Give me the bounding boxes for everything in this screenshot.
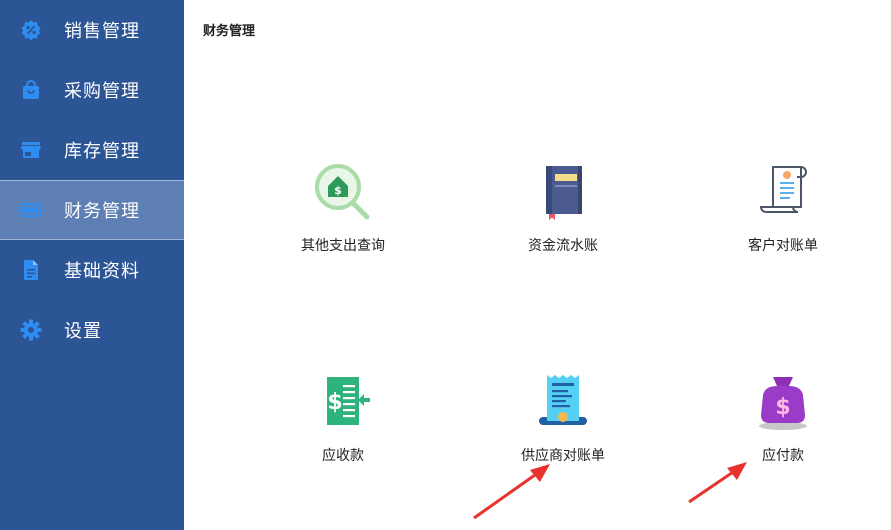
- tile-label: 其他支出查询: [301, 238, 385, 254]
- tile-other-expense-query[interactable]: $ 其他支出查询: [273, 163, 413, 273]
- shopping-bag-icon: [20, 79, 42, 101]
- document-icon: [20, 259, 42, 281]
- sidebar-item-inventory[interactable]: 库存管理: [0, 120, 184, 180]
- sidebar-item-label: 销售管理: [64, 21, 140, 42]
- svg-text:$: $: [334, 184, 342, 197]
- sidebar-item-label: 设置: [64, 321, 102, 342]
- sidebar-item-sales[interactable]: 销售管理: [0, 0, 184, 60]
- page-title: 财务管理: [203, 24, 256, 39]
- annotation-arrow-supplier: [473, 464, 550, 520]
- tile-label: 客户对账单: [748, 238, 818, 254]
- scroll-document-icon: [753, 163, 813, 223]
- tile-fund-flow-ledger[interactable]: 资金流水账: [493, 163, 633, 273]
- sidebar-item-finance[interactable]: 财务管理: [0, 180, 184, 240]
- svg-text:$: $: [775, 395, 790, 420]
- receipt-icon: [533, 373, 593, 433]
- ledger-book-icon: [533, 163, 593, 223]
- store-icon: [20, 139, 42, 161]
- sidebar: 销售管理 采购管理 库存管理 财务管理 基础资料 设置: [0, 0, 184, 530]
- bill-arrow-in-icon: $: [313, 373, 373, 433]
- svg-text:$: $: [327, 390, 342, 415]
- annotation-arrow-payables: [688, 462, 747, 504]
- tile-label: 资金流水账: [528, 238, 598, 254]
- money-icon: [20, 199, 42, 221]
- sidebar-item-label: 库存管理: [64, 141, 140, 162]
- tile-receivables[interactable]: $ 应收款: [273, 373, 413, 483]
- magnifier-house-money-icon: $: [313, 163, 373, 223]
- sidebar-item-settings[interactable]: 设置: [0, 300, 184, 360]
- sidebar-item-label: 基础资料: [64, 261, 140, 282]
- sidebar-item-purchase[interactable]: 采购管理: [0, 60, 184, 120]
- percent-badge-icon: [20, 19, 42, 41]
- money-bag-icon: $: [753, 373, 813, 433]
- tile-label: 应收款: [322, 448, 364, 464]
- tile-customer-statement[interactable]: 客户对账单: [713, 163, 853, 273]
- sidebar-item-basic-data[interactable]: 基础资料: [0, 240, 184, 300]
- gear-icon: [20, 319, 42, 341]
- sidebar-item-label: 采购管理: [64, 81, 140, 102]
- sidebar-item-label: 财务管理: [64, 201, 140, 222]
